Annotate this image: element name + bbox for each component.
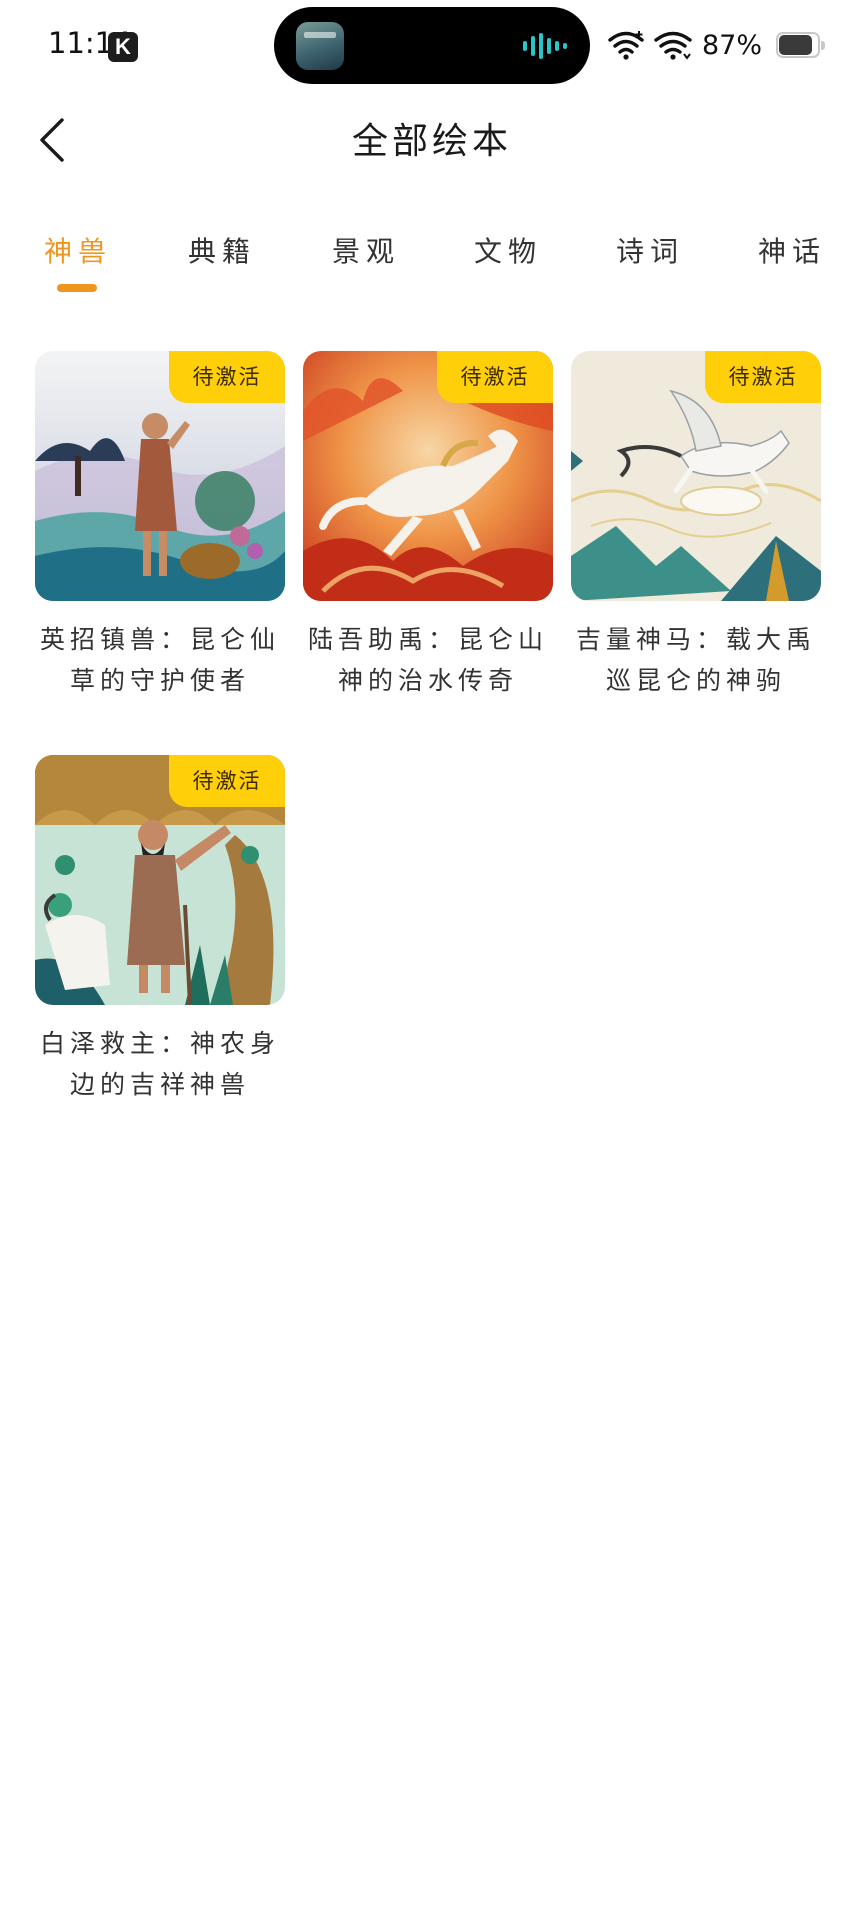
status-badge: 待激活 <box>437 351 553 403</box>
tab-shenhua[interactable]: 神话 <box>758 230 826 270</box>
dynamic-island[interactable] <box>274 7 590 84</box>
status-badge: 待激活 <box>169 351 285 403</box>
status-bar: 11:14 K 87% <box>0 0 864 96</box>
page-title: 全部绘本 <box>351 121 512 162</box>
category-tabs: 神兽 典籍 景观 文物 诗词 神话 <box>0 222 864 302</box>
book-cover-image: 待激活 <box>35 351 285 601</box>
book-title: 陆吾助禹：昆仑山神的治水传奇 <box>307 625 548 695</box>
now-playing-thumbnail <box>296 22 344 70</box>
book-cover-image: 待激活 <box>35 755 285 1005</box>
wifi-icon <box>654 31 692 60</box>
audio-wave-icon <box>523 33 567 59</box>
book-cover-image: 待激活 <box>571 351 821 601</box>
tab-wenwu[interactable]: 文物 <box>474 230 542 270</box>
tab-active-indicator <box>57 284 97 292</box>
book-card[interactable]: 待激活 白泽救主：神农身边的吉祥神兽 <box>35 755 285 1105</box>
battery-icon <box>776 32 825 58</box>
book-title: 英招镇兽：昆仑仙草的守护使者 <box>39 625 280 695</box>
app-notification-icon: K <box>108 32 138 62</box>
tab-jingguan[interactable]: 景观 <box>332 230 400 270</box>
book-card[interactable]: 待激活 英招镇兽：昆仑仙草的守护使者 <box>35 351 285 701</box>
book-title: 白泽救主：神农身边的吉祥神兽 <box>39 1029 280 1099</box>
status-badge: 待激活 <box>169 755 285 807</box>
battery-percentage: 87% <box>701 29 762 61</box>
tab-dianji[interactable]: 典籍 <box>188 230 256 270</box>
header: 全部绘本 <box>0 96 864 182</box>
tab-shenshou[interactable]: 神兽 <box>44 230 112 270</box>
book-card[interactable]: 待激活 吉量神马：载大禹巡昆仑的神驹 <box>571 351 821 701</box>
status-badge: 待激活 <box>705 351 821 403</box>
book-card[interactable]: 待激活 陆吾助禹：昆仑山神的治水传奇 <box>303 351 553 701</box>
wifi-icon <box>608 31 644 60</box>
book-cover-image: 待激活 <box>303 351 553 601</box>
status-icons: 87% <box>608 28 825 62</box>
book-title: 吉量神马：载大禹巡昆仑的神驹 <box>575 625 816 695</box>
tab-shici[interactable]: 诗词 <box>616 230 684 270</box>
